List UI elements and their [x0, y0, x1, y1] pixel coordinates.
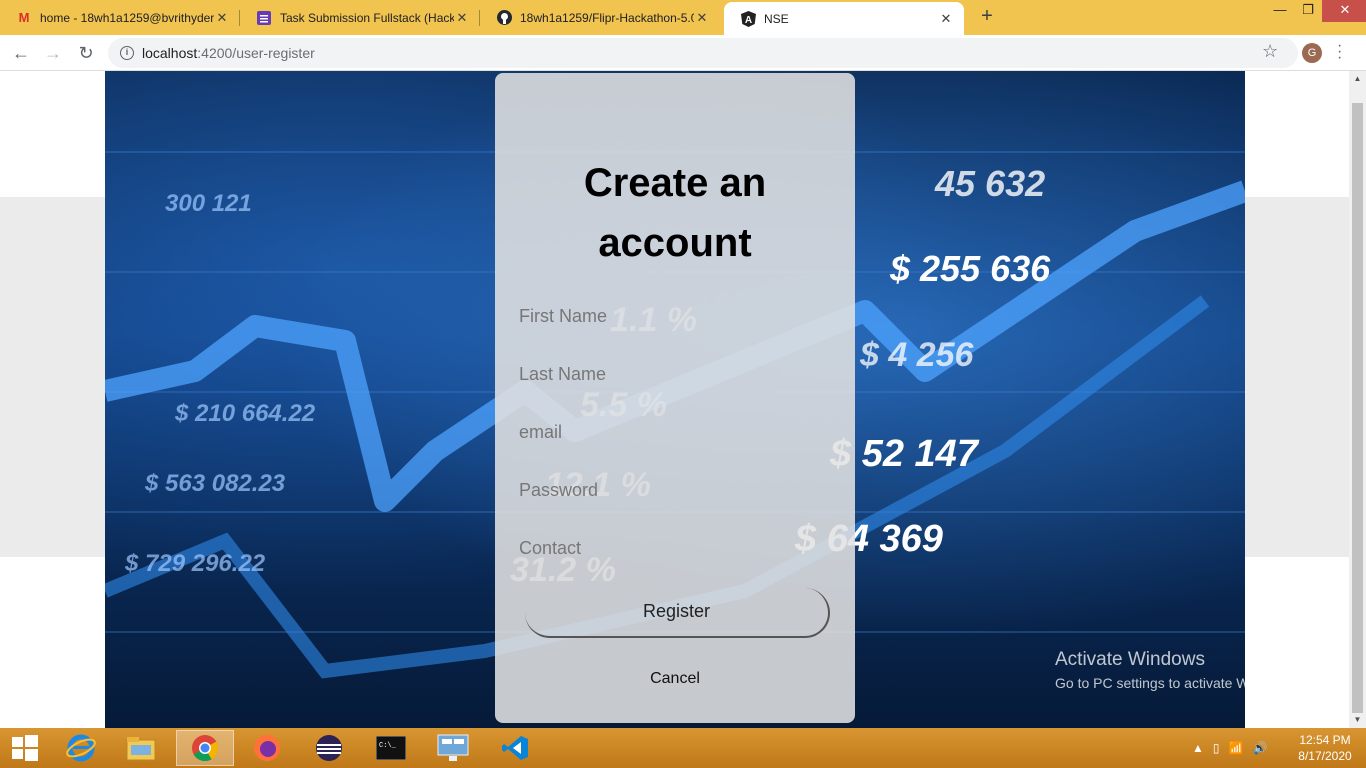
tab-github[interactable]: 18wh1a1259/Flipr-Hackathon-5.0 ✕	[480, 2, 720, 33]
reload-icon[interactable]: ↻	[74, 41, 98, 65]
eclipse-icon[interactable]	[300, 730, 358, 766]
close-icon[interactable]: ✕	[694, 10, 710, 26]
bookmark-star-icon[interactable]: ☆	[1262, 41, 1278, 62]
forms-icon	[256, 10, 272, 26]
scroll-down-icon[interactable]: ▼	[1349, 712, 1366, 728]
volume-icon[interactable]: 🔊	[1252, 741, 1267, 755]
tab-title: 18wh1a1259/Flipr-Hackathon-5.0	[520, 10, 694, 25]
minimize-icon[interactable]: —	[1266, 0, 1294, 22]
gmail-icon: M	[18, 10, 30, 25]
cancel-link[interactable]: Cancel	[495, 670, 855, 688]
svg-text:$ 255 636: $ 255 636	[889, 248, 1051, 289]
page-viewport: 1.1 % 5.5 % 12.1 % 31.2 % $ 255 636 $ 4 …	[0, 71, 1349, 728]
activate-windows-watermark: Activate Windows Go to PC settings to ac…	[1055, 649, 1297, 691]
tab-title: NSE	[764, 11, 789, 26]
watermark-title: Activate Windows	[1055, 649, 1205, 670]
window-close-icon[interactable]: ✕	[1322, 0, 1366, 22]
tab-gmail[interactable]: M home - 18wh1a1259@bvrithyder ✕	[0, 2, 240, 33]
windows-start-icon[interactable]	[0, 730, 50, 766]
svg-text:$ 4 256: $ 4 256	[859, 336, 975, 374]
url-host: localhost	[142, 45, 198, 61]
register-button[interactable]: Register	[525, 588, 830, 638]
scroll-up-icon[interactable]: ▲	[1349, 71, 1366, 87]
tray-expand-icon[interactable]: ▲	[1192, 741, 1204, 755]
new-tab-button[interactable]: +	[975, 4, 999, 28]
svg-text:C:\_: C:\_	[379, 742, 397, 750]
restore-icon[interactable]: ❐	[1294, 0, 1322, 22]
page-scrollbar[interactable]: ▲ ▼	[1349, 71, 1366, 728]
tab-forms[interactable]: Task Submission Fullstack (Hacka ✕	[240, 2, 480, 33]
file-explorer-icon[interactable]	[112, 730, 170, 766]
title-line-1: Create an	[583, 161, 767, 205]
first-name-input[interactable]	[519, 299, 829, 333]
forward-arrow-icon[interactable]: →	[41, 41, 65, 65]
system-tray: ▲ ▯ 📶 🔊	[1192, 728, 1267, 768]
tab-title: home - 18wh1a1259@bvrithyder	[40, 10, 214, 25]
network-signal-icon[interactable]: 📶	[1229, 741, 1244, 755]
info-icon[interactable]: i	[120, 46, 134, 60]
page-title: Create an account	[495, 153, 855, 273]
remote-desktop-icon[interactable]	[424, 730, 482, 766]
address-bar[interactable]: i localhost:4200/user-register	[108, 38, 1298, 68]
url-path: :4200/user-register	[197, 45, 315, 61]
close-icon[interactable]: ✕	[938, 11, 954, 27]
angular-icon: A	[740, 10, 756, 27]
windows-taskbar: C:\_ ▲ ▯ 📶 🔊 12:54 PM 8/17/2020	[0, 728, 1366, 768]
svg-text:$ 563 082.23: $ 563 082.23	[144, 470, 286, 497]
scroll-thumb[interactable]	[1352, 103, 1363, 713]
menu-kebab-icon[interactable]: · · ·	[1337, 38, 1343, 66]
chrome-icon[interactable]	[176, 730, 234, 766]
watermark-subtitle: Go to PC settings to activate Windows.	[1055, 675, 1297, 691]
profile-avatar[interactable]: G	[1302, 43, 1322, 63]
register-card: Create an account Register Cancel	[495, 73, 855, 723]
window-controls: — ❐ ✕	[1266, 0, 1366, 22]
last-name-input[interactable]	[519, 357, 829, 391]
firefox-icon[interactable]	[238, 730, 296, 766]
svg-text:45 632: 45 632	[934, 163, 1045, 204]
clock-time: 12:54 PM	[1299, 733, 1351, 747]
close-icon[interactable]: ✕	[214, 10, 230, 26]
close-icon[interactable]: ✕	[454, 10, 470, 26]
email-input[interactable]	[519, 415, 829, 449]
svg-text:A: A	[744, 15, 751, 26]
clock-date: 8/17/2020	[1298, 749, 1352, 763]
battery-icon[interactable]: ▯	[1213, 741, 1220, 755]
title-line-2: account	[598, 221, 752, 265]
svg-text:$ 210 664.22: $ 210 664.22	[174, 400, 316, 427]
vscode-icon[interactable]	[486, 730, 544, 766]
internet-explorer-icon[interactable]	[52, 730, 110, 766]
tab-strip: M home - 18wh1a1259@bvrithyder ✕ Task Su…	[0, 0, 1366, 35]
tab-nse[interactable]: A NSE ✕	[724, 2, 964, 35]
password-input[interactable]	[519, 473, 829, 507]
taskbar-clock[interactable]: 12:54 PM 8/17/2020	[1290, 732, 1360, 764]
github-icon	[496, 10, 512, 26]
svg-text:300 121: 300 121	[165, 190, 252, 217]
svg-text:$ 729 296.22: $ 729 296.22	[124, 550, 266, 577]
contact-input[interactable]	[519, 531, 829, 565]
command-prompt-icon[interactable]: C:\_	[362, 730, 420, 766]
tab-title: Task Submission Fullstack (Hacka	[280, 10, 454, 25]
back-arrow-icon[interactable]: ←	[9, 41, 33, 65]
browser-toolbar: ← → ↻ i localhost:4200/user-register ☆ G…	[0, 35, 1366, 71]
